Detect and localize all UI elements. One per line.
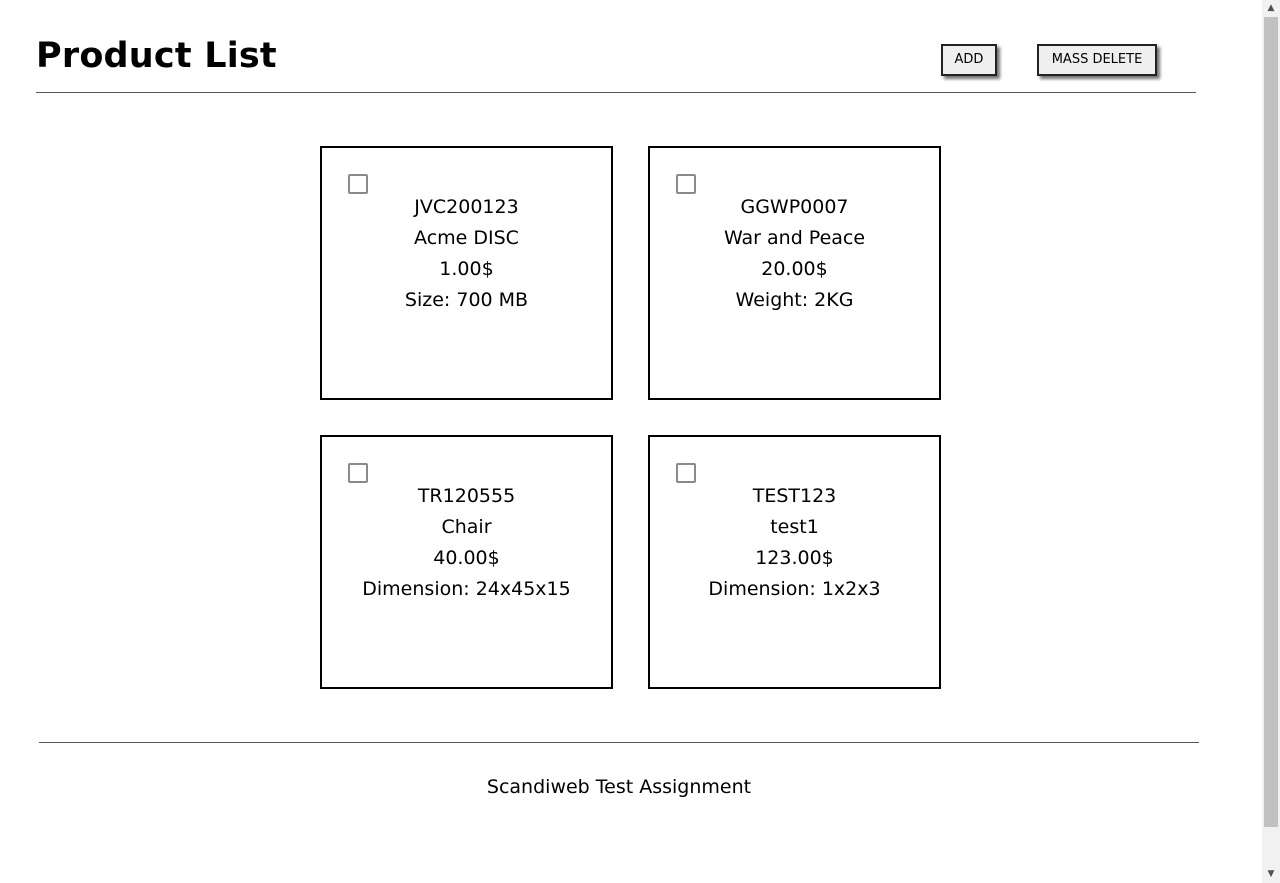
- vertical-scrollbar[interactable]: ▲ ▼: [1262, 0, 1280, 883]
- product-name: Chair: [441, 516, 492, 538]
- product-name: test1: [770, 516, 819, 538]
- delete-checkbox[interactable]: [676, 174, 696, 194]
- product-card: JVC200123 Acme DISC 1.00$ Size: 700 MB: [320, 146, 613, 400]
- chevron-down-icon[interactable]: ▼: [1262, 866, 1280, 883]
- product-name: War and Peace: [723, 227, 866, 249]
- product-name: Acme DISC: [414, 227, 519, 249]
- footer-text: Scandiweb Test Assignment: [486, 776, 752, 798]
- delete-checkbox[interactable]: [348, 463, 368, 483]
- product-attribute: Dimension: 24x45x15: [362, 578, 571, 600]
- product-price: 1.00$: [439, 258, 494, 280]
- product-sku: TEST123: [752, 485, 837, 507]
- product-card: GGWP0007 War and Peace 20.00$ Weight: 2K…: [648, 146, 941, 400]
- header: Product List: [36, 0, 1196, 93]
- product-card: TEST123 test1 123.00$ Dimension: 1x2x3: [648, 435, 941, 689]
- product-attribute: Dimension: 1x2x3: [708, 578, 881, 600]
- product-sku: GGWP0007: [740, 196, 849, 218]
- delete-checkbox[interactable]: [348, 174, 368, 194]
- product-sku: JVC200123: [414, 196, 519, 218]
- product-sku: TR120555: [417, 485, 516, 507]
- product-attribute: Size: 700 MB: [404, 289, 529, 311]
- delete-checkbox[interactable]: [676, 463, 696, 483]
- product-price: 123.00$: [755, 547, 834, 569]
- add-button[interactable]: ADD: [941, 44, 997, 76]
- product-card: TR120555 Chair 40.00$ Dimension: 24x45x1…: [320, 435, 613, 689]
- product-price: 40.00$: [433, 547, 500, 569]
- chevron-up-icon[interactable]: ▲: [1262, 0, 1280, 17]
- scrollbar-thumb[interactable]: [1264, 17, 1278, 827]
- mass-delete-button[interactable]: MASS DELETE: [1037, 44, 1157, 76]
- product-price: 20.00$: [761, 258, 828, 280]
- footer-divider: [39, 742, 1199, 743]
- product-attribute: Weight: 2KG: [735, 289, 854, 311]
- page: Product List ADD MASS DELETE JVC200123 A…: [0, 0, 1262, 883]
- page-title: Product List: [36, 36, 277, 76]
